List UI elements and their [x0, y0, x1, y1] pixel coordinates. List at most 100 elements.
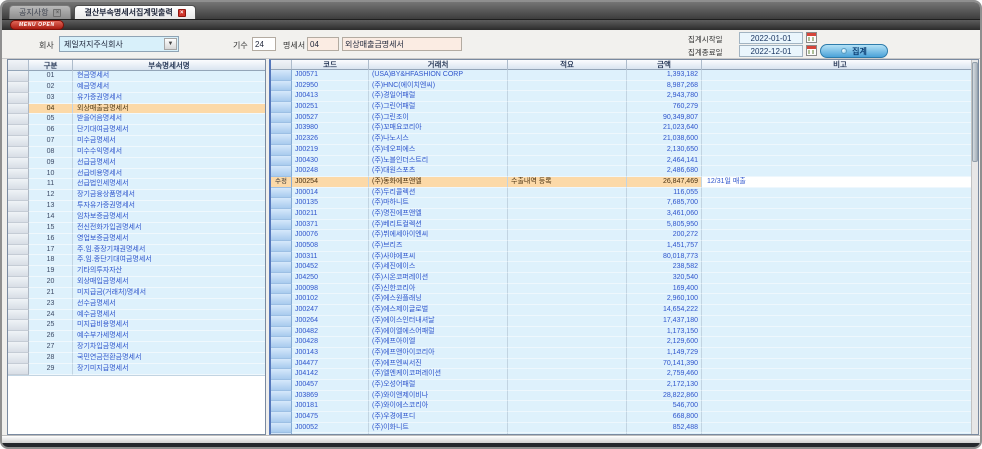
left-table-row[interactable]: 26예수부가세명세서: [8, 331, 265, 342]
row-status[interactable]: [271, 359, 292, 370]
table-row[interactable]: J02950(주)HNC(에이치엔씨)8,987,268: [271, 81, 978, 92]
left-table-row[interactable]: 12장기금융상품명세서: [8, 190, 265, 201]
table-row[interactable]: J00571(USA)BY&HFASHION CORP1,393,182: [271, 70, 978, 81]
row-selector[interactable]: [8, 125, 29, 136]
row-selector[interactable]: [8, 288, 29, 299]
table-row[interactable]: J04250(주)시온코퍼레이션320,540: [271, 273, 978, 284]
row-selector[interactable]: [8, 136, 29, 147]
aggregate-button[interactable]: 집계: [820, 44, 888, 58]
table-row[interactable]: J00211(주)명진에프앤엘3,461,060: [271, 209, 978, 220]
row-selector[interactable]: [8, 147, 29, 158]
table-row[interactable]: J00452(주)세진에이스238,582: [271, 262, 978, 273]
table-row[interactable]: J04477(주)에프엔씨서진70,141,390: [271, 359, 978, 370]
row-status[interactable]: [271, 401, 292, 412]
row-status[interactable]: [271, 294, 292, 305]
row-selector[interactable]: [8, 71, 29, 82]
row-status[interactable]: [271, 102, 292, 113]
table-row[interactable]: J02326(주)나노시스21,038,600: [271, 134, 978, 145]
row-status[interactable]: [271, 369, 292, 380]
left-table-row[interactable]: 15전신전화가입권명세서: [8, 223, 265, 234]
row-selector[interactable]: [8, 201, 29, 212]
left-table-row[interactable]: 17주.임.종장기채권명세서: [8, 245, 265, 256]
left-table-row[interactable]: 02예금명세서: [8, 82, 265, 93]
row-selector[interactable]: [8, 179, 29, 190]
row-status[interactable]: [271, 284, 292, 295]
row-status[interactable]: [271, 209, 292, 220]
row-selector[interactable]: [8, 255, 29, 266]
table-row[interactable]: J00264(주)에이스인터내셔날17,437,180: [271, 316, 978, 327]
left-table-row[interactable]: 04외상매출금명세서: [8, 104, 265, 115]
table-row[interactable]: 수정J00254(주)동화에프앤엘수출내역 등록26,847,46912/31일…: [271, 177, 978, 188]
row-selector[interactable]: [8, 190, 29, 201]
left-table-row[interactable]: 25미지급비용명세서: [8, 320, 265, 331]
left-table-row[interactable]: 20외상매입금명세서: [8, 277, 265, 288]
left-table-row[interactable]: 07미수금명세서: [8, 136, 265, 147]
row-status[interactable]: [271, 70, 292, 81]
row-status[interactable]: [271, 262, 292, 273]
table-row[interactable]: J00247(주)에스제이글로벌14,654,222: [271, 305, 978, 316]
row-selector[interactable]: [8, 114, 29, 125]
left-table-row[interactable]: 24예수금명세서: [8, 310, 265, 321]
row-selector[interactable]: [8, 82, 29, 93]
tab-notice[interactable]: 공지사항 ×: [9, 5, 71, 19]
row-status[interactable]: [271, 81, 292, 92]
row-status[interactable]: [271, 156, 292, 167]
close-icon[interactable]: ×: [53, 9, 61, 17]
table-row[interactable]: J00248(주)대원스포츠2,486,680: [271, 166, 978, 177]
left-table-row[interactable]: 01현금명세서: [8, 71, 265, 82]
left-table-row[interactable]: 10선급비용명세서: [8, 169, 265, 180]
row-status[interactable]: [271, 380, 292, 391]
row-status[interactable]: [271, 423, 292, 434]
row-status[interactable]: [271, 91, 292, 102]
row-status[interactable]: [271, 145, 292, 156]
chevron-down-icon[interactable]: ▼: [164, 38, 177, 50]
row-status[interactable]: [271, 412, 292, 423]
row-selector[interactable]: [8, 320, 29, 331]
table-row[interactable]: J03980(주)꼬매요코리아21,023,640: [271, 123, 978, 134]
table-row[interactable]: J00102(주)에스원플래닝2,960,100: [271, 294, 978, 305]
row-selector[interactable]: [8, 212, 29, 223]
close-icon[interactable]: ×: [178, 9, 186, 17]
row-selector[interactable]: [8, 353, 29, 364]
table-row[interactable]: J00457(주)오성어패럴2,172,130: [271, 380, 978, 391]
left-table-row[interactable]: 08미수수익명세서: [8, 147, 265, 158]
row-selector[interactable]: [8, 342, 29, 353]
row-selector[interactable]: [8, 277, 29, 288]
row-status[interactable]: [271, 123, 292, 134]
table-row[interactable]: J03869(주)와이앤제이비나28,822,860: [271, 391, 978, 402]
row-selector[interactable]: [8, 331, 29, 342]
row-status[interactable]: [271, 220, 292, 231]
left-table-row[interactable]: 11선급법인세명세서: [8, 179, 265, 190]
table-row[interactable]: J00482(주)에이엘에스어패럴1,173,150: [271, 327, 978, 338]
period-input[interactable]: [252, 37, 276, 51]
left-table-row[interactable]: 03유가증권명세서: [8, 93, 265, 104]
left-table-row[interactable]: 27장기차입금명세서: [8, 342, 265, 353]
row-selector[interactable]: [8, 93, 29, 104]
statement-name-input[interactable]: [342, 37, 462, 51]
row-selector[interactable]: [8, 169, 29, 180]
table-row[interactable]: J00098(주)신한코리아169,400: [271, 284, 978, 295]
calendar-icon[interactable]: [806, 45, 817, 56]
table-row[interactable]: J00014(주)두리콜렉션116,055: [271, 188, 978, 199]
company-select[interactable]: 제일저지주식회사 ▼: [59, 36, 179, 52]
menu-open-button[interactable]: MENU OPEN: [10, 20, 64, 30]
row-selector[interactable]: [8, 223, 29, 234]
table-row[interactable]: J00219(주)네오피에스2,130,650: [271, 145, 978, 156]
table-row[interactable]: J04142(주)엘엔케이코퍼레이션2,759,460: [271, 369, 978, 380]
row-status[interactable]: [271, 134, 292, 145]
row-status[interactable]: [271, 230, 292, 241]
left-table-row[interactable]: 21미지급금(거래처)명세서: [8, 288, 265, 299]
left-table-row[interactable]: 09선급금명세서: [8, 158, 265, 169]
table-row[interactable]: J00371(주)베리트컬렉션5,805,950: [271, 220, 978, 231]
row-status[interactable]: [271, 316, 292, 327]
table-row[interactable]: J00311(주)사야에프씨80,018,773: [271, 252, 978, 263]
row-status[interactable]: [271, 273, 292, 284]
row-selector[interactable]: [8, 266, 29, 277]
calendar-icon[interactable]: [806, 32, 817, 43]
end-date-input[interactable]: [739, 45, 803, 57]
row-selector[interactable]: [8, 104, 29, 115]
start-date-input[interactable]: [739, 32, 803, 44]
table-row[interactable]: J00052(주)이화니트852,488: [271, 423, 978, 434]
left-table-row[interactable]: 29장기미지급명세서: [8, 364, 265, 375]
tab-settlement-report[interactable]: 결산부속명세서집계및출력 ×: [74, 5, 195, 19]
